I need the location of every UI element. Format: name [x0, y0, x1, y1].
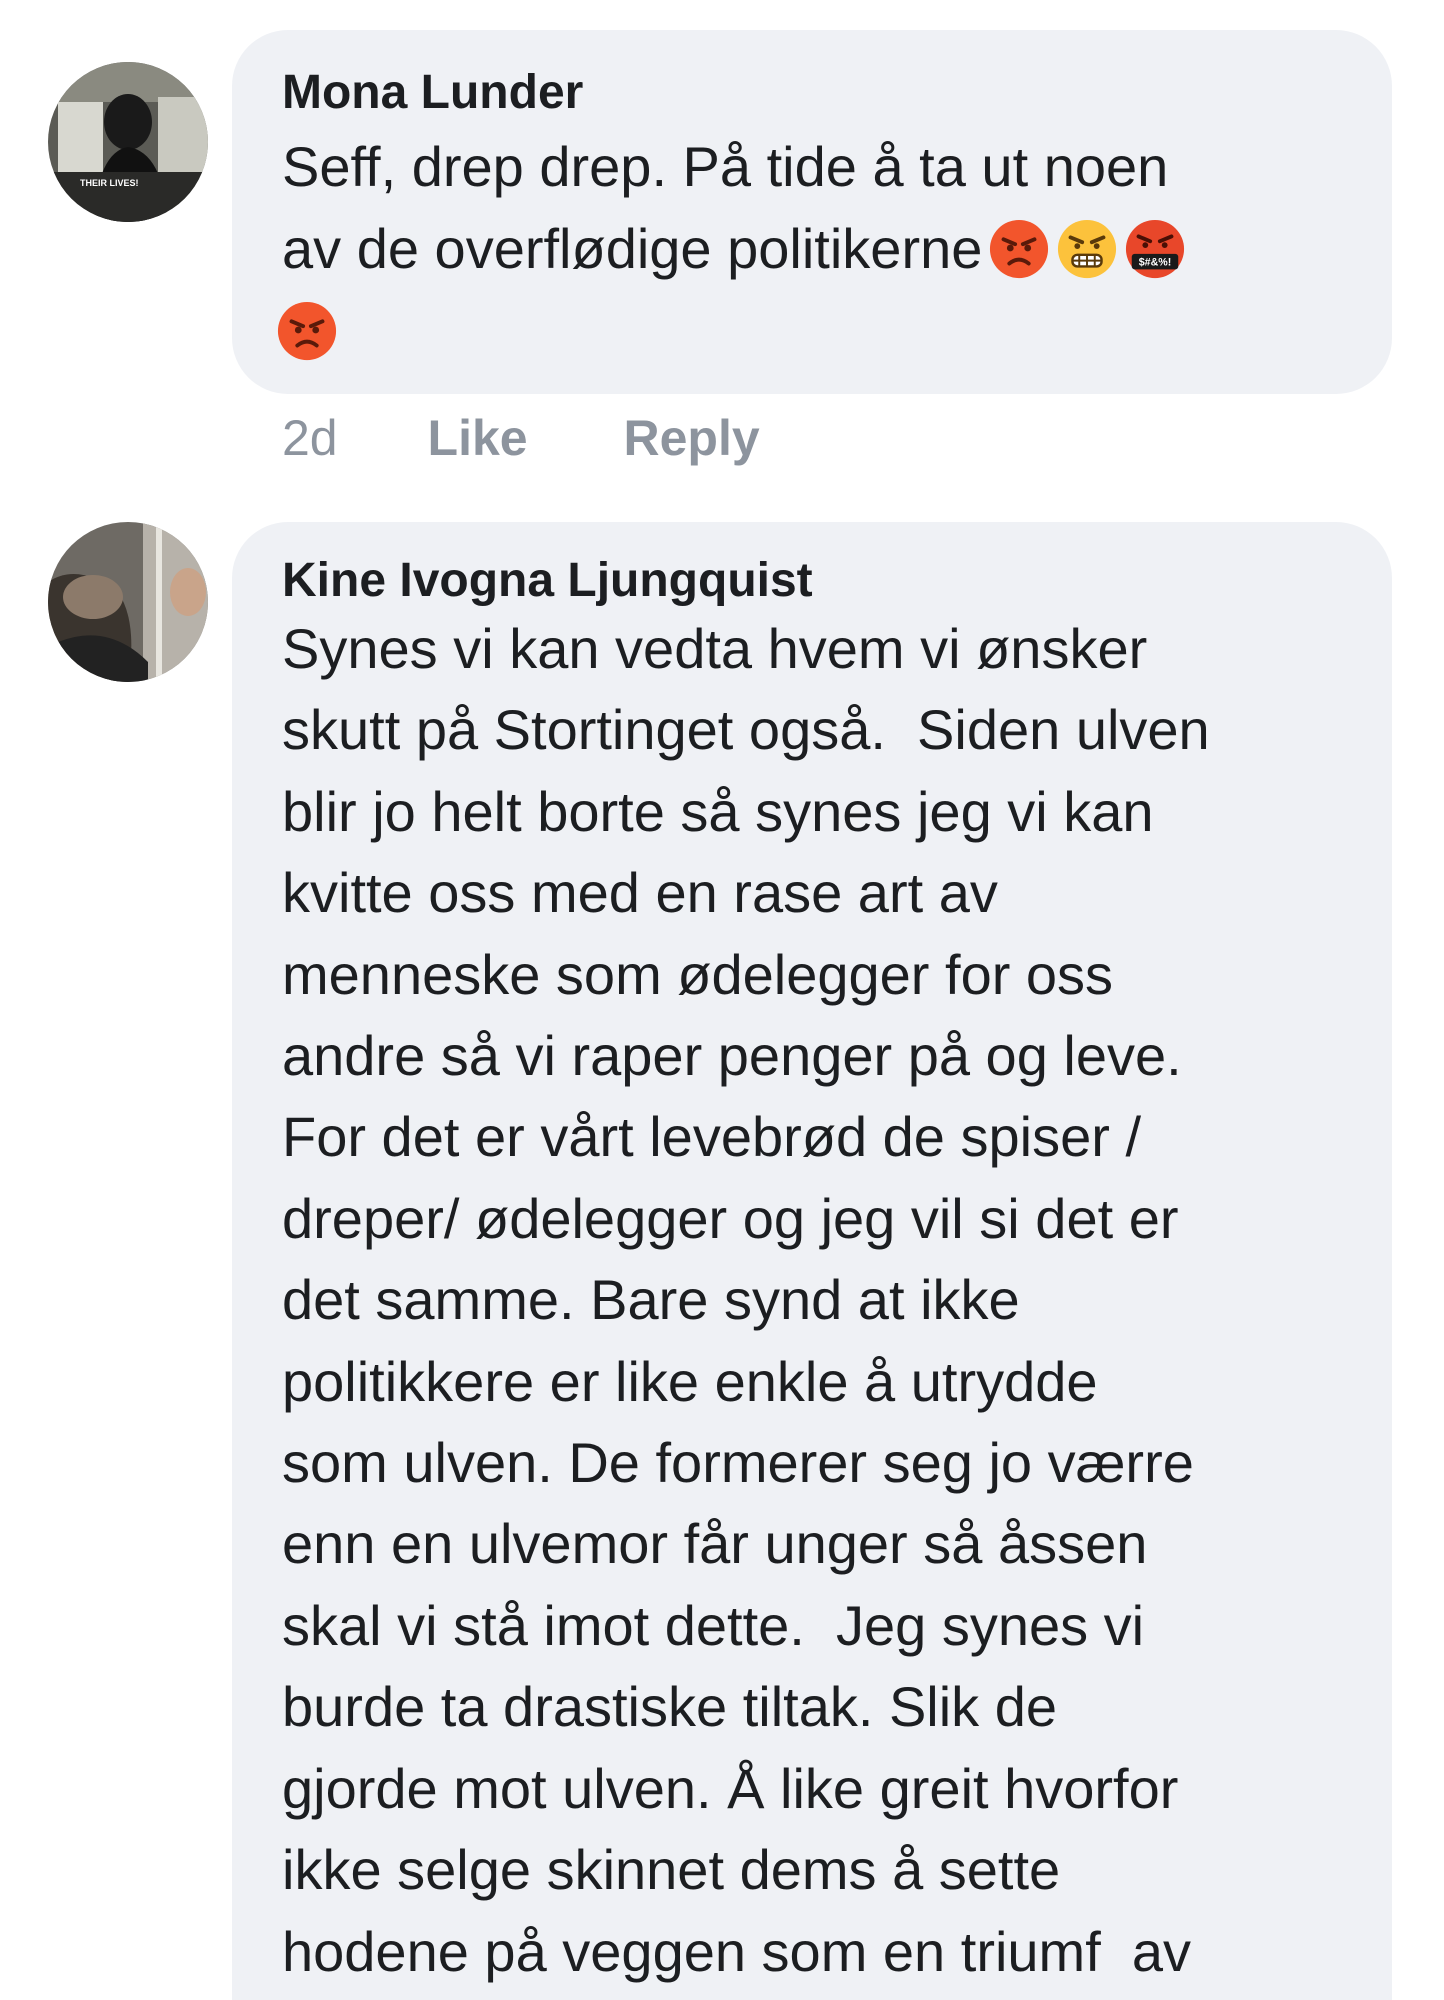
cursing-symbols: $#&%! — [1139, 256, 1172, 268]
angry-face-icon — [276, 300, 338, 362]
avatar[interactable] — [48, 522, 208, 682]
comment-text: av de overflødige politikerne — [282, 217, 983, 280]
profile-photo-icon — [48, 522, 208, 682]
comment-text-line: burde ta drastiske tiltak. Slik de — [282, 1675, 1058, 1739]
comment-text-line: For det er vårt levebrød de spiser / — [282, 1105, 1142, 1169]
reply-button[interactable]: Reply — [624, 408, 760, 468]
comment-text-line: det samme. Bare synd at ikke — [282, 1268, 1020, 1332]
comment-author[interactable]: Kine Ivogna Ljungquist — [282, 553, 813, 609]
comment-actions: 2d Like Reply — [282, 408, 760, 468]
avatar[interactable]: THEIR LIVES! — [48, 62, 208, 222]
comment-text-line: ikke selge skinnet dems å sette — [282, 1838, 1061, 1902]
comment-text-line: enn en ulvemor får unger så åssen — [282, 1512, 1148, 1576]
like-button[interactable]: Like — [428, 408, 528, 468]
comment-bubble: Mona Lunder Seff, drep drep. På tide å t… — [232, 30, 1392, 394]
comment-text-line: Seff, drep drep. På tide å ta ut noen — [282, 126, 1168, 208]
comment-timestamp[interactable]: 2d — [282, 408, 338, 468]
comment-text: Synes vi kan vedta hvem vi ønsker skutt … — [282, 608, 1210, 1992]
grimacing-angry-face-icon — [1056, 218, 1118, 280]
comment-text-line — [276, 290, 338, 372]
comment-text-line: politikkere er like enkle å utrydde — [282, 1349, 1098, 1413]
comment-text-line: av de overflødige politikerne $#&%! — [282, 208, 1186, 290]
comment-text-line: gjorde mot ulven. Å like greit hvorfor — [282, 1756, 1179, 1820]
comment-text: Seff, drep drep. På tide å ta ut noen — [282, 135, 1169, 198]
comment-author[interactable]: Mona Lunder — [282, 65, 583, 121]
comment-text-line: Synes vi kan vedta hvem vi ønsker — [282, 617, 1148, 680]
comment-text-line: skal vi stå imot dette. Jeg synes vi — [282, 1593, 1145, 1657]
comment-bubble: Kine Ivogna Ljungquist Synes vi kan vedt… — [232, 522, 1392, 2000]
avatar-overlay-text: THEIR LIVES! — [80, 178, 139, 188]
comment-text-line: som ulven. De formerer seg jo værre — [282, 1431, 1194, 1495]
cursing-face-icon: $#&%! — [1124, 218, 1186, 280]
comment-text-line: kvitte oss med en rase art av — [282, 861, 998, 925]
comment-text-line: menneske som ødelegger for oss — [282, 942, 1114, 1006]
comment-text-line: andre så vi raper penger på og leve. — [282, 1024, 1182, 1088]
comment-text-line: hodene på veggen som en triumf av — [282, 1919, 1192, 1983]
comment-text-line: blir jo helt borte så synes jeg vi kan — [282, 779, 1154, 843]
angry-face-icon — [988, 218, 1050, 280]
comment-text-line: dreper/ ødelegger og jeg vil si det er — [282, 1186, 1179, 1250]
profile-photo-icon: THEIR LIVES! — [48, 62, 208, 222]
comment-text-line: skutt på Stortinget også. Siden ulven — [282, 698, 1210, 762]
